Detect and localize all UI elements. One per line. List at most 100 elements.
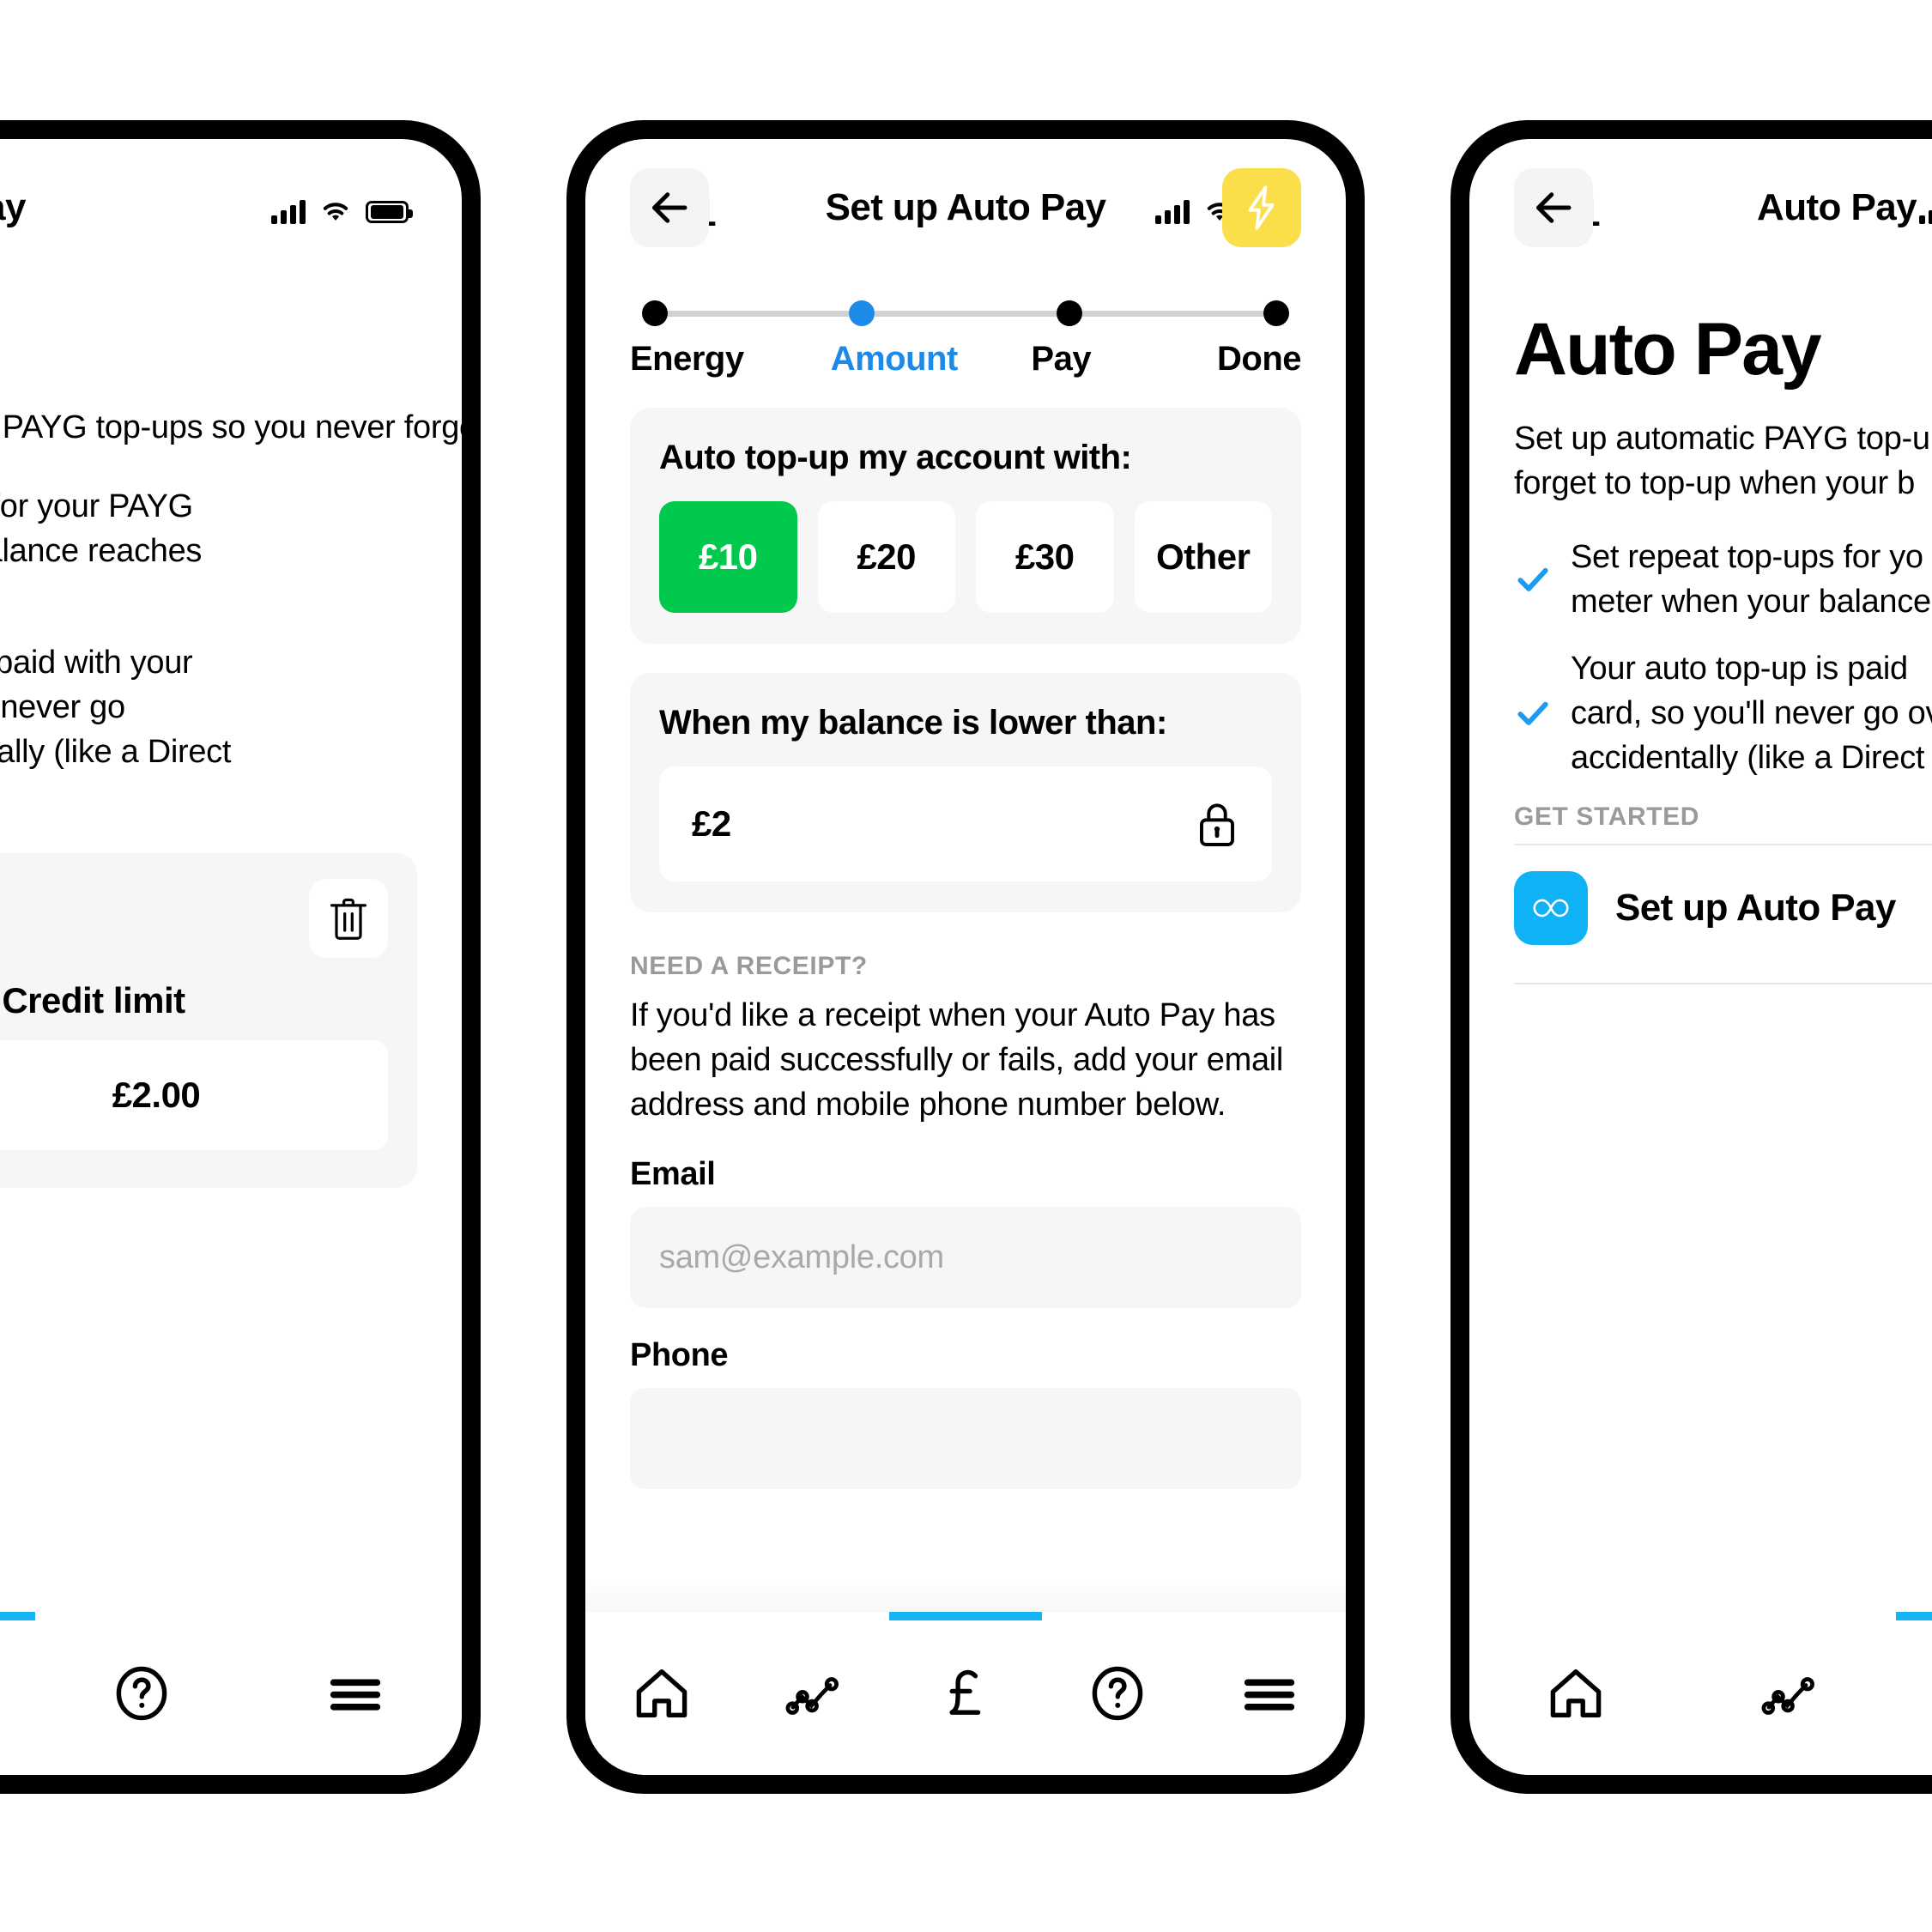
benefits-list-left: Set repeat top-ups for your PAYG meter w…: [0, 484, 417, 819]
benefit-line-3: accidentally (like a Direct: [1571, 740, 1925, 777]
benefit-line-2: meter when your balance: [1571, 584, 1931, 621]
step-connector: [668, 310, 850, 317]
list-item: Your auto top-up is paid card, so you'll…: [1514, 646, 1932, 780]
benefits-list: Set repeat top-ups for yo meter when you…: [1514, 535, 1932, 780]
back-button[interactable]: [630, 168, 709, 247]
step-dot-amount[interactable]: [849, 300, 875, 326]
app-header-center: Set up Auto Pay: [585, 139, 1346, 276]
nav-indicator: [1194, 1612, 1346, 1620]
nav-item-payments[interactable]: [1896, 1612, 1932, 1775]
check-icon: [1517, 702, 1548, 726]
step-label-amount[interactable]: Amount: [790, 340, 975, 379]
trash-icon: [330, 899, 366, 941]
phone-left-screen: Auto Pay Set up automatic PAYG top-ups s…: [0, 139, 462, 1775]
auto-topup-amount-title: Auto top-up my account with:: [659, 439, 1132, 476]
step-dot-energy[interactable]: [642, 300, 668, 326]
nav-item-help[interactable]: [1042, 1612, 1194, 1775]
receipt-body-text: If you'd like a receipt when your Auto P…: [630, 997, 1284, 1123]
benefit-text: Set repeat top-ups for your PAYG meter w…: [0, 488, 203, 570]
phone-field[interactable]: [630, 1388, 1301, 1490]
usage-graph-icon: [785, 1677, 839, 1715]
phone-label: Phone: [630, 1337, 729, 1374]
step-label-pay[interactable]: Pay: [974, 340, 1142, 379]
nav-item-menu[interactable]: [1194, 1612, 1346, 1775]
receipt-eyebrow: NEED A RECEIPT?: [630, 952, 868, 980]
nav-item-help[interactable]: [35, 1612, 249, 1775]
menu-icon: [1245, 1679, 1295, 1711]
balance-threshold-card: When my balance is lower than: £2: [630, 673, 1301, 912]
credit-limit-value-field[interactable]: £2.00: [0, 1040, 388, 1151]
back-arrow-icon: [1535, 192, 1572, 223]
step-dot-pay[interactable]: [1056, 300, 1082, 326]
list-item-set-up-auto-pay[interactable]: Set up Auto Pay: [1469, 845, 1932, 971]
receipt-section: NEED A RECEIPT? If you'd like a receipt …: [585, 952, 1346, 1490]
nav-indicator: [248, 1612, 462, 1620]
pound-icon: [949, 1669, 981, 1715]
nav-indicator: [737, 1612, 889, 1620]
benefit-text-group: Your auto top-up is paid card, so you'll…: [1571, 646, 1932, 780]
check-icon: [1517, 567, 1548, 592]
back-button[interactable]: [1514, 168, 1593, 247]
credit-limit-fields: £2.00: [0, 1040, 388, 1151]
nav-indicator-row: [1469, 1612, 1932, 1620]
menu-icon: [330, 1679, 380, 1711]
phone-center: 9:41 Set up Auto Pay: [566, 120, 1365, 1794]
benefit-text-group: Set repeat top-ups for yo meter when you…: [1571, 535, 1931, 624]
nav-item-home[interactable]: [585, 1612, 737, 1775]
balance-threshold-value: £2: [692, 803, 731, 844]
amount-option-30[interactable]: £30: [976, 501, 1114, 613]
back-arrow-icon: [651, 192, 687, 223]
nav-item-usage[interactable]: [1683, 1612, 1897, 1775]
nav-indicator: [35, 1612, 249, 1620]
delete-button[interactable]: [309, 879, 388, 959]
amount-option-other[interactable]: Other: [1134, 501, 1272, 613]
list-item-label: Set up Auto Pay: [1615, 887, 1896, 930]
nav-item-payments[interactable]: [889, 1612, 1041, 1775]
email-field[interactable]: sam@example.com: [630, 1207, 1301, 1309]
help-icon: [1092, 1666, 1143, 1721]
nav-indicator-active: [1896, 1612, 1932, 1620]
balance-threshold-field: £2: [659, 766, 1272, 881]
stepper-labels: Energy Amount Pay Done: [630, 340, 1301, 379]
left-intro-section: Set up automatic PAYG top-ups so you nev…: [0, 405, 462, 450]
balance-threshold-title: When my balance is lower than:: [659, 704, 1167, 742]
stepper-track: [630, 300, 1301, 326]
amount-option-10[interactable]: £10: [659, 501, 797, 613]
page-title: Auto Pay: [1514, 308, 1822, 391]
email-label: Email: [630, 1156, 716, 1193]
nav-item-usage[interactable]: [737, 1612, 889, 1775]
intro-text-block: Set up automatic PAYG top-u forget to to…: [1469, 416, 1932, 506]
phone-left: Auto Pay Set up automatic PAYG top-ups s…: [0, 120, 481, 1794]
nav-item-payments[interactable]: [0, 1612, 35, 1775]
intro-text-left: Set up automatic PAYG top-ups so you nev…: [0, 409, 462, 445]
step-connector: [875, 310, 1057, 317]
step-dot-done[interactable]: [1263, 300, 1289, 326]
benefit-line-1: Set repeat top-ups for yo: [1571, 539, 1923, 576]
screenshot-canvas: Auto Pay Set up automatic PAYG top-ups s…: [0, 0, 1932, 1932]
benefit-line-2: card, so you'll never go ov: [1571, 695, 1932, 732]
bottom-nav-right: [1469, 1612, 1932, 1775]
app-header-right: Auto Pay: [1469, 139, 1932, 276]
phone-right-screen: 9:41 Auto Pay: [1469, 139, 1932, 1775]
home-icon: [636, 1669, 687, 1718]
step-label-energy[interactable]: Energy: [630, 340, 790, 379]
step-connector: [1081, 310, 1263, 317]
intro-text-line-2: forget to top-up when your b: [1514, 465, 1915, 502]
infinity-icon: [1533, 899, 1569, 918]
app-header-left: Auto Pay: [0, 139, 462, 276]
nav-indicator-row: [585, 1612, 1346, 1620]
infinity-icon-tile: [1514, 871, 1588, 946]
nav-item-menu[interactable]: [248, 1612, 462, 1775]
credit-limit-label: Credit limit: [2, 980, 185, 1021]
intro-text-line-1: Set up automatic PAYG top-u: [1514, 421, 1930, 457]
benefit-text: Your auto top-up is paid with your bank …: [0, 645, 232, 771]
step-label-done[interactable]: Done: [1142, 340, 1301, 379]
quick-action-button[interactable]: [1222, 168, 1301, 247]
divider: [1514, 983, 1932, 985]
nav-item-home[interactable]: [1469, 1612, 1683, 1775]
credit-limit-card: Credit limit £2.00: [0, 853, 417, 1189]
nav-indicator: [1042, 1612, 1194, 1620]
phone-right: 9:41 Auto Pay: [1451, 120, 1932, 1794]
amount-option-20[interactable]: £20: [817, 501, 955, 613]
bottom-nav-center: [585, 1612, 1346, 1775]
